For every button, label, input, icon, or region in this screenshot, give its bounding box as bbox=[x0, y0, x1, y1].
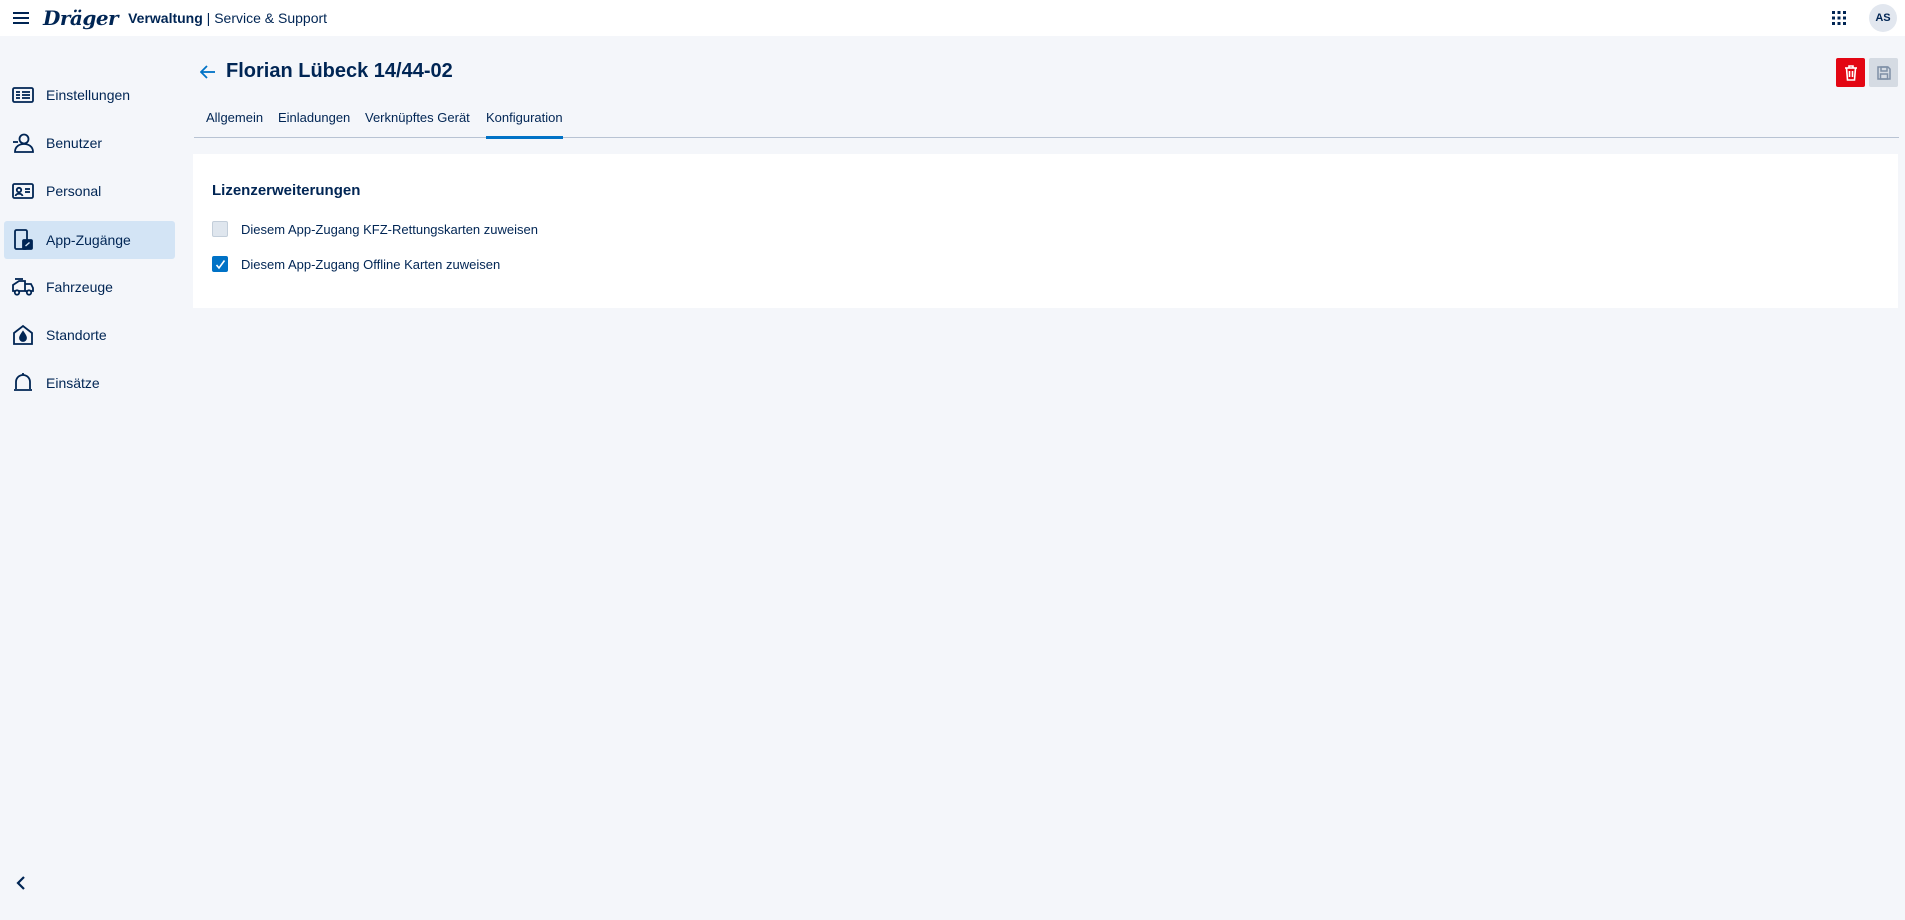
sidebar-item-label: Fahrzeuge bbox=[46, 279, 113, 295]
kfz-rescue-cards-checkbox[interactable] bbox=[212, 221, 228, 237]
brand-logo[interactable]: Dräger bbox=[43, 6, 119, 30]
hamburger-menu-icon[interactable] bbox=[11, 8, 31, 28]
user-icon bbox=[11, 131, 35, 155]
tab-konfiguration[interactable]: Konfiguration bbox=[486, 110, 563, 139]
sidebar-item-benutzer[interactable]: Benutzer bbox=[4, 124, 175, 162]
page-title: Florian Lübeck 14/44-02 bbox=[226, 60, 453, 82]
id-card-icon bbox=[11, 179, 35, 203]
tab-verknuepftes-geraet[interactable]: Verknüpftes Gerät bbox=[365, 110, 470, 138]
tab-bar: Allgemein Einladungen Verknüpftes Gerät … bbox=[194, 106, 1899, 139]
app-access-icon bbox=[11, 228, 35, 252]
app-name: Verwaltung bbox=[128, 10, 203, 26]
tab-label: Allgemein bbox=[206, 110, 264, 125]
sidebar-item-standorte[interactable]: Standorte bbox=[4, 316, 175, 354]
sidebar-item-einsaetze[interactable]: Einsätze bbox=[4, 364, 175, 402]
kfz-rescue-cards-option[interactable]: Diesem App-Zugang KFZ-Rettungskarten zuw… bbox=[212, 220, 538, 238]
trash-icon bbox=[1844, 64, 1857, 81]
offline-maps-option[interactable]: Diesem App-Zugang Offline Karten zuweise… bbox=[212, 255, 500, 273]
license-extensions-card: Lizenzerweiterungen Diesem App-Zugang KF… bbox=[193, 154, 1898, 308]
tab-label: Konfiguration bbox=[486, 110, 563, 125]
checkbox-label: Diesem App-Zugang Offline Karten zuweise… bbox=[241, 256, 501, 272]
tab-allgemein[interactable]: Allgemein bbox=[206, 110, 263, 138]
user-avatar[interactable]: AS bbox=[1869, 4, 1897, 32]
tab-einladungen[interactable]: Einladungen bbox=[278, 110, 350, 138]
sidebar-item-einstellungen[interactable]: Einstellungen bbox=[4, 76, 175, 114]
location-icon bbox=[11, 323, 35, 347]
sidebar: Einstellungen Benutzer Personal App-Zugä… bbox=[0, 36, 178, 920]
tab-label: Einladungen bbox=[278, 110, 351, 125]
sidebar-item-label: Einsätze bbox=[46, 375, 100, 391]
title-separator: | bbox=[202, 10, 215, 26]
collapse-sidebar-icon[interactable] bbox=[10, 872, 32, 894]
section-title: Lizenzerweiterungen bbox=[212, 182, 361, 199]
sidebar-item-label: Benutzer bbox=[46, 135, 103, 151]
checkmark-icon bbox=[215, 259, 225, 269]
app-grid-icon[interactable] bbox=[1829, 8, 1849, 28]
delete-button[interactable] bbox=[1836, 58, 1865, 87]
settings-list-icon bbox=[11, 83, 35, 107]
sidebar-item-label: App-Zugänge bbox=[46, 232, 131, 248]
sidebar-item-fahrzeuge[interactable]: Fahrzeuge bbox=[4, 268, 175, 306]
offline-maps-checkbox[interactable] bbox=[212, 256, 228, 272]
app-title: Verwaltung | Service & Support bbox=[128, 10, 327, 26]
sidebar-item-personal[interactable]: Personal bbox=[4, 172, 175, 210]
back-arrow-icon[interactable] bbox=[198, 62, 218, 82]
tab-label: Verknüpftes Gerät bbox=[365, 110, 470, 125]
save-button[interactable] bbox=[1869, 58, 1898, 87]
bell-icon bbox=[11, 371, 35, 395]
vehicle-icon bbox=[11, 275, 35, 299]
sidebar-item-app-zugaenge[interactable]: App-Zugänge bbox=[4, 221, 175, 259]
top-bar: Dräger Verwaltung | Service & Support AS bbox=[0, 0, 1905, 36]
sidebar-item-label: Personal bbox=[46, 183, 102, 199]
app-section: Service & Support bbox=[214, 10, 328, 26]
sidebar-item-label: Einstellungen bbox=[46, 87, 131, 103]
save-disk-icon bbox=[1876, 65, 1891, 80]
checkbox-label: Diesem App-Zugang KFZ-Rettungskarten zuw… bbox=[241, 221, 538, 237]
sidebar-item-label: Standorte bbox=[46, 327, 107, 343]
